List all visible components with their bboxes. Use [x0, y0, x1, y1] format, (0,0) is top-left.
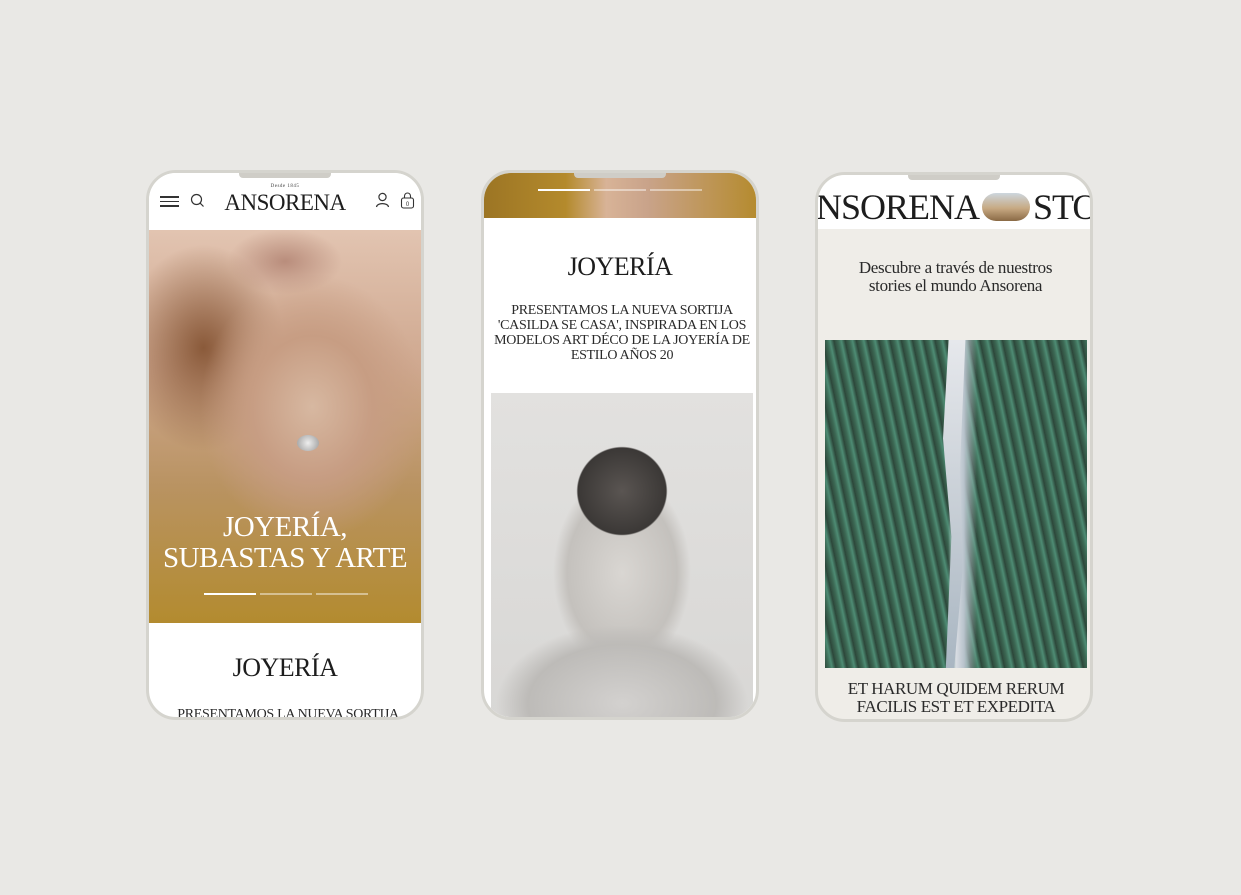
- story-photo[interactable]: [825, 340, 1087, 668]
- bag-count: 0: [406, 202, 410, 208]
- section-title: JOYERÍA: [232, 653, 338, 682]
- hero-slider-indicator: [204, 593, 368, 595]
- stories-marquee: NSORENA STOR: [818, 186, 1090, 228]
- marquee-image-pill: [982, 193, 1031, 221]
- phone-notch: [908, 175, 1000, 180]
- hero-image-scrolled: [484, 173, 756, 218]
- slider-dot-active[interactable]: [204, 593, 256, 595]
- hero-slider-indicator: [538, 189, 702, 191]
- model-photo: [491, 393, 753, 717]
- marquee-text-right: STOR: [1033, 187, 1090, 227]
- rock-gap: [943, 340, 966, 668]
- phone-stories: NSORENA STOR Descubre a través de nuestr…: [815, 172, 1093, 722]
- section-text: PRESENTAMOS LA NUEVA SORTIJA: [177, 707, 399, 720]
- slider-dot-active[interactable]: [538, 189, 590, 191]
- site-header: Desde 1845 ANSORENA 0: [149, 173, 421, 230]
- phone-notch: [574, 173, 666, 178]
- marquee-text-left: NSORENA: [818, 187, 980, 227]
- ring-detail: [297, 435, 319, 451]
- hero-image: JOYERÍA, SUBASTAS Y ARTE: [149, 230, 421, 623]
- slider-dot[interactable]: [650, 189, 702, 191]
- since-label: Desde 1845: [270, 184, 300, 189]
- section-title: JOYERÍA: [567, 252, 673, 281]
- stories-intro: Descubre a través de nuestros stories el…: [858, 258, 1053, 295]
- slider-dot[interactable]: [594, 189, 646, 191]
- hero-title-line2: SUBASTAS Y ARTE: [162, 542, 408, 574]
- phone-home: Desde 1845 ANSORENA 0 JOYERÍA, SUBASTAS …: [146, 170, 424, 720]
- hero-title-line1: JOYERÍA,: [222, 511, 348, 543]
- slider-dot[interactable]: [260, 593, 312, 595]
- phone-notch: [239, 173, 331, 178]
- section-text: PRESENTAMOS LA NUEVA SORTIJA 'CASILDA SE…: [494, 303, 750, 363]
- bag-icon[interactable]: 0: [400, 192, 415, 209]
- slider-dot[interactable]: [316, 593, 368, 595]
- phone-jewelry: JOYERÍA PRESENTAMOS LA NUEVA SORTIJA 'CA…: [481, 170, 759, 720]
- user-icon[interactable]: [375, 192, 390, 208]
- story-caption: ET HARUM QUIDEM RERUM FACILIS EST ET EXP…: [847, 679, 1065, 720]
- hero-title: JOYERÍA, SUBASTAS Y ARTE: [149, 512, 421, 574]
- stories-header: NSORENA STOR: [818, 175, 1090, 229]
